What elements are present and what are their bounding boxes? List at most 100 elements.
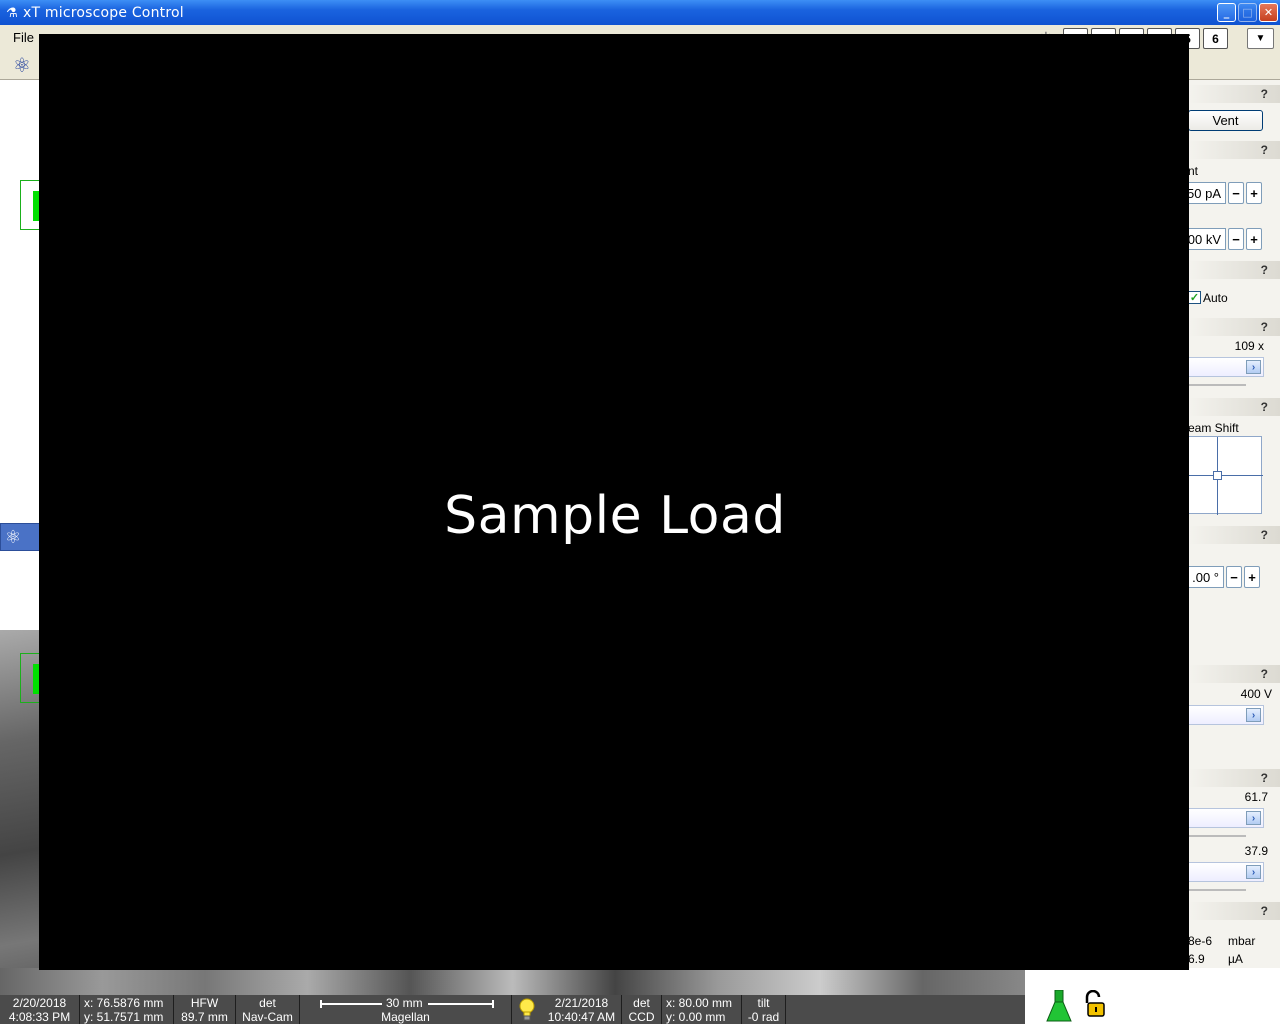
minimize-button[interactable]: _ bbox=[1217, 3, 1236, 22]
section-header: ? bbox=[1188, 261, 1280, 279]
quad-dropdown-button[interactable]: ▼ bbox=[1247, 28, 1274, 49]
left-tab[interactable]: ⚛ bbox=[0, 523, 40, 551]
help-button[interactable]: ? bbox=[1261, 400, 1268, 414]
title-bar: ⚗ xT microscope Control _ □ ✕ bbox=[0, 0, 1280, 25]
bias-slider[interactable]: › bbox=[1188, 705, 1264, 725]
rotation-field[interactable]: .00 ° bbox=[1188, 566, 1224, 588]
vent-button[interactable]: Vent bbox=[1188, 110, 1263, 131]
status-datetime: 2/21/2018 10:40:47 AM bbox=[542, 995, 622, 1024]
status-y: y: 51.7571 mm bbox=[84, 1009, 164, 1024]
help-button[interactable]: ? bbox=[1261, 667, 1268, 681]
bulb-icon[interactable] bbox=[512, 995, 542, 1024]
quad-indicator-bottom bbox=[20, 653, 40, 703]
app-icon: ⚗ bbox=[6, 4, 18, 20]
help-button[interactable]: ? bbox=[1261, 320, 1268, 334]
chevron-right-icon[interactable]: › bbox=[1246, 811, 1261, 825]
atom-icon[interactable]: ⚛ bbox=[5, 52, 39, 78]
scale-line bbox=[320, 1003, 382, 1005]
pad-horizontal-line bbox=[1189, 475, 1263, 476]
section-header: ? bbox=[1188, 398, 1280, 416]
tilt-value: -0 rad bbox=[747, 1009, 780, 1024]
status-detector: det Nav-Cam bbox=[236, 995, 300, 1024]
auto-label: Auto bbox=[1203, 291, 1228, 305]
rotation-minus-button[interactable]: − bbox=[1226, 566, 1242, 588]
voltage-plus-button[interactable]: + bbox=[1246, 228, 1262, 250]
close-button[interactable]: ✕ bbox=[1259, 3, 1278, 22]
det-label: det bbox=[633, 995, 650, 1010]
emission-value: 6.9 bbox=[1188, 952, 1205, 966]
status-bar-ccd: 2/21/2018 10:40:47 AM det CCD x: 80.00 m… bbox=[512, 995, 1025, 1024]
quad-indicator-top bbox=[20, 180, 40, 230]
instrument-name: Magellan bbox=[381, 1010, 430, 1024]
emission-unit: µA bbox=[1228, 952, 1243, 966]
beam-shift-pad[interactable] bbox=[1188, 436, 1263, 515]
status-bar-navcam: 2/20/2018 4:08:33 PM x: 76.5876 mm y: 51… bbox=[0, 995, 512, 1024]
scale-label: 30 mm bbox=[386, 996, 423, 1010]
slider-track bbox=[1188, 384, 1246, 386]
section-header: ? bbox=[1188, 769, 1280, 787]
status-stage-position: x: 80.00 mm y: 0.00 mm bbox=[662, 995, 742, 1024]
window-controls: _ □ ✕ bbox=[1217, 3, 1278, 22]
rotation-plus-button[interactable]: + bbox=[1244, 566, 1260, 588]
det-value: CCD bbox=[628, 1009, 655, 1024]
pressure-value: 8e-6 bbox=[1188, 934, 1213, 948]
section-header: ? bbox=[1188, 526, 1280, 544]
quad-button-6[interactable]: 6 bbox=[1203, 28, 1228, 49]
help-button[interactable]: ? bbox=[1261, 528, 1268, 542]
contrast-slider[interactable]: › bbox=[1188, 808, 1264, 828]
chevron-right-icon[interactable]: › bbox=[1246, 708, 1261, 722]
status-datetime: 2/20/2018 4:08:33 PM bbox=[0, 995, 80, 1024]
brightness-slider[interactable]: › bbox=[1188, 862, 1264, 882]
chevron-right-icon[interactable]: › bbox=[1246, 865, 1261, 879]
status-date: 2/21/2018 bbox=[554, 995, 609, 1010]
brightness-value: 37.9 bbox=[1244, 844, 1268, 858]
help-button[interactable]: ? bbox=[1261, 771, 1268, 785]
bias-value: 400 V bbox=[1240, 687, 1272, 701]
magnification-value: 109 x bbox=[1234, 339, 1264, 353]
flask-icon[interactable] bbox=[1046, 990, 1072, 1022]
chevron-right-icon[interactable]: › bbox=[1246, 360, 1261, 374]
maximize-button[interactable]: □ bbox=[1238, 3, 1257, 22]
current-plus-button[interactable]: + bbox=[1246, 182, 1262, 204]
help-button[interactable]: ? bbox=[1261, 904, 1268, 918]
auto-checkbox[interactable]: ✓ bbox=[1188, 291, 1201, 304]
overlay-message: Sample Load bbox=[444, 486, 786, 546]
scale-line bbox=[428, 1003, 494, 1005]
status-x: x: 80.00 mm bbox=[666, 995, 733, 1010]
det-value: Nav-Cam bbox=[242, 1009, 293, 1024]
help-button[interactable]: ? bbox=[1261, 87, 1268, 101]
help-button[interactable]: ? bbox=[1261, 263, 1268, 277]
status-hfw: HFW 89.7 mm bbox=[174, 995, 236, 1024]
help-button[interactable]: ? bbox=[1261, 143, 1268, 157]
slider-track bbox=[1188, 835, 1246, 837]
lock-icon[interactable] bbox=[1082, 990, 1106, 1018]
beam-shift-label: eam Shift bbox=[1188, 421, 1239, 435]
status-time: 10:40:47 AM bbox=[547, 1009, 616, 1024]
bulb-glyph bbox=[519, 998, 535, 1020]
menu-file[interactable]: File bbox=[13, 30, 34, 45]
current-minus-button[interactable]: − bbox=[1228, 182, 1244, 204]
atom-icon: ⚛ bbox=[5, 527, 22, 547]
voltage-minus-button[interactable]: − bbox=[1228, 228, 1244, 250]
voltage-field[interactable]: 00 kV bbox=[1188, 228, 1226, 250]
status-tilt: tilt -0 rad bbox=[742, 995, 786, 1024]
section-header: ? bbox=[1188, 85, 1280, 103]
navcam-image-strip bbox=[0, 968, 1025, 996]
scale-bar: 30 mm bbox=[320, 996, 494, 1010]
section-header: ? bbox=[1188, 141, 1280, 159]
beam-current-field[interactable]: 50 pA bbox=[1188, 182, 1226, 204]
control-panel: ? Vent ? nt 50 pA − + 00 kV − + ? ✓ Auto… bbox=[1188, 80, 1280, 988]
status-time: 4:08:33 PM bbox=[8, 1009, 71, 1024]
status-stage-position: x: 76.5876 mm y: 51.7571 mm bbox=[80, 995, 174, 1024]
section-header: ? bbox=[1188, 665, 1280, 683]
status-detector: det CCD bbox=[622, 995, 662, 1024]
det-label: det bbox=[259, 995, 276, 1010]
scale-tick bbox=[492, 1000, 494, 1008]
hfw-value: 89.7 mm bbox=[181, 1009, 228, 1024]
status-y: y: 0.00 mm bbox=[666, 1009, 726, 1024]
status-date: 2/20/2018 bbox=[12, 995, 67, 1010]
hfw-label: HFW bbox=[190, 995, 219, 1010]
sample-load-overlay: Sample Load bbox=[39, 34, 1189, 970]
pad-knob[interactable] bbox=[1213, 471, 1222, 480]
magnification-slider[interactable]: › bbox=[1188, 357, 1264, 377]
